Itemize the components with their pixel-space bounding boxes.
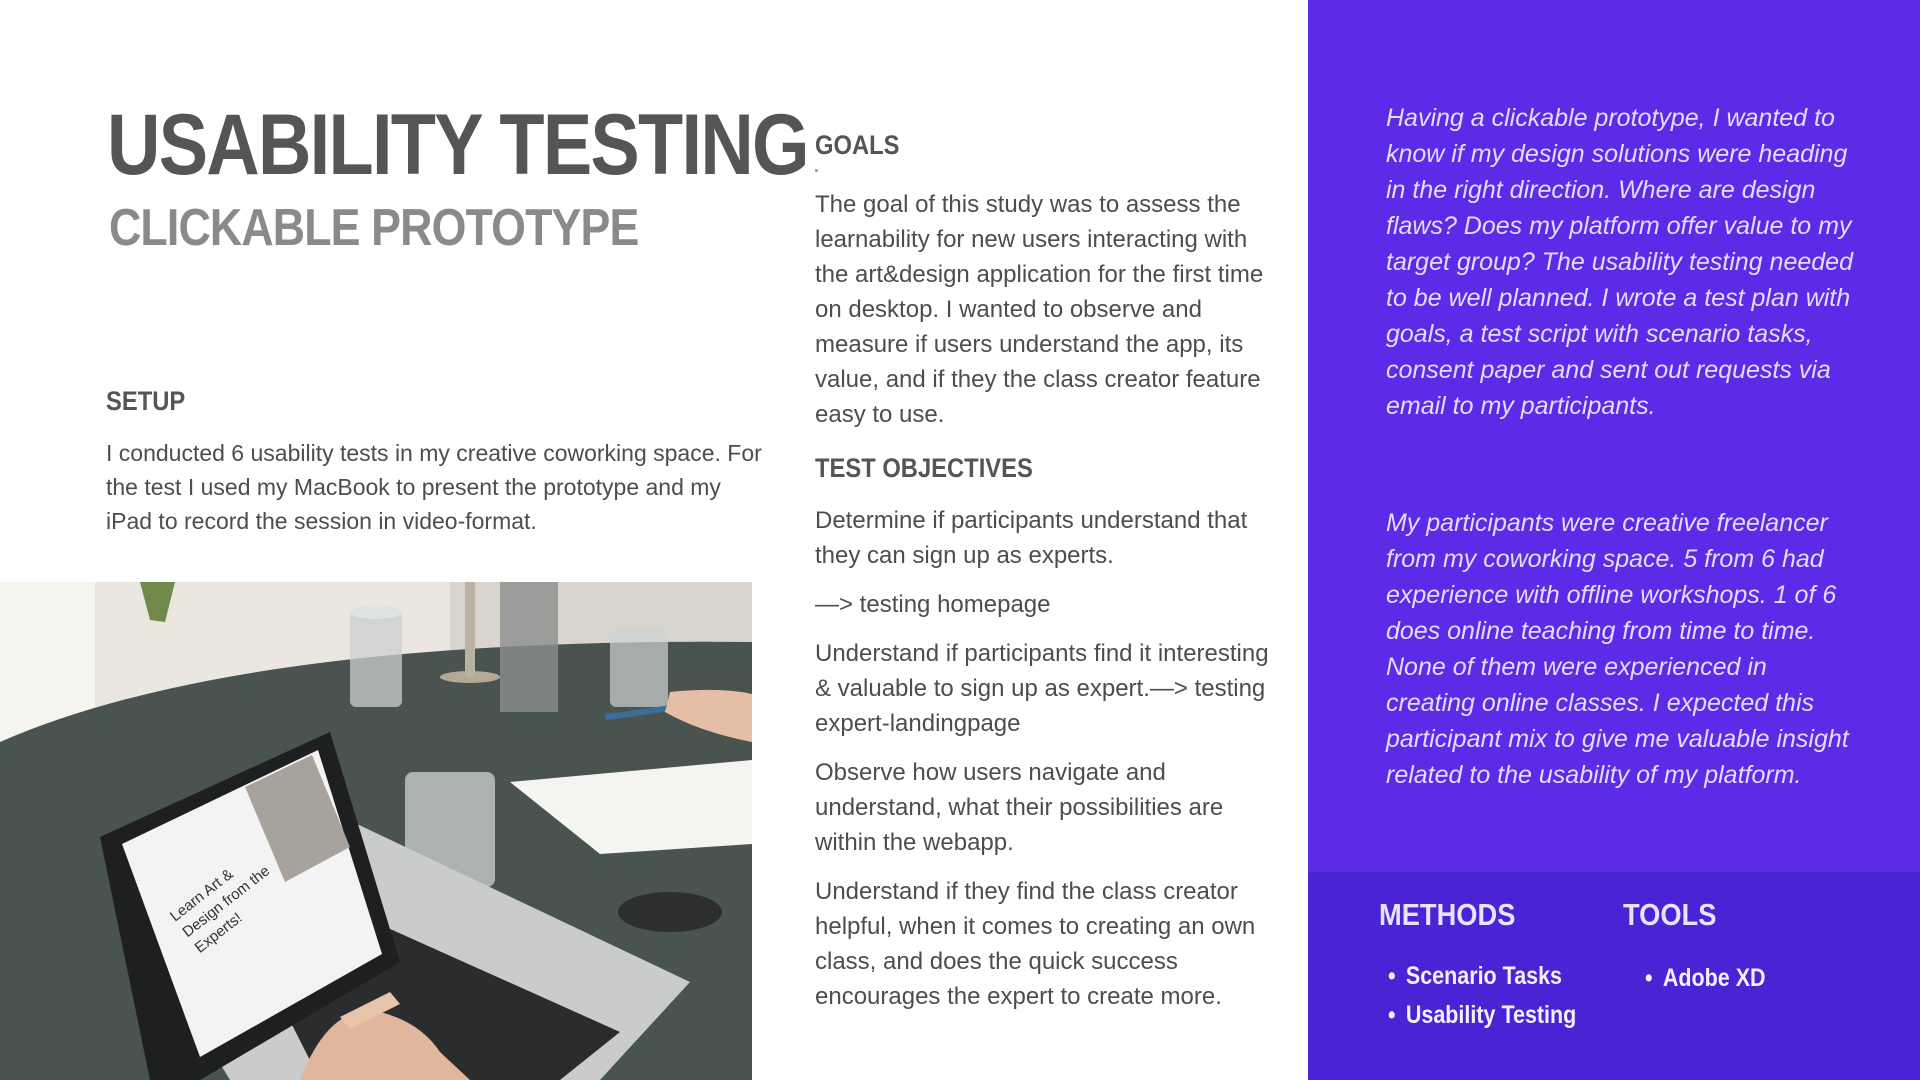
methods-item: Scenario Tasks <box>1388 957 1576 996</box>
objectives-heading: TEST OBJECTIVES <box>815 453 1033 483</box>
objective-item: —> testing homepage <box>815 591 1051 618</box>
methods-item: Usability Testing <box>1388 996 1576 1035</box>
usability-test-photo: Learn Art & Design from the Experts! <box>0 582 752 1080</box>
objective-item: Determine if participants understand tha… <box>815 507 1248 569</box>
panel-paragraph-1: Having a clickable prototype, I wanted t… <box>1386 104 1853 420</box>
setup-heading: SETUP <box>106 386 186 416</box>
goals-heading: GOALS <box>815 130 900 160</box>
goals-text: The goal of this study was to assess the… <box>815 191 1264 428</box>
objective-item: Understand if they find the class creato… <box>815 878 1256 1010</box>
objective-item: Understand if participants find it inter… <box>815 640 1269 737</box>
page-title: USABILITY TESTING <box>107 97 810 193</box>
page-subtitle: CLICKABLE PROTOTYPE <box>109 199 639 257</box>
methods-heading: METHODS <box>1379 897 1516 932</box>
tools-item: Adobe XD <box>1645 959 1766 998</box>
setup-text: I conducted 6 usability tests in my crea… <box>106 440 762 534</box>
tools-heading: TOOLS <box>1623 897 1717 932</box>
panel-paragraph-2: My participants were creative freelancer… <box>1386 509 1849 789</box>
objective-item: Observe how users navigate and understan… <box>815 759 1224 856</box>
divider-dot <box>815 169 818 172</box>
tools-list: Adobe XD <box>1645 959 1785 998</box>
objectives-list: Determine if participants understand tha… <box>815 503 1270 1028</box>
methods-list: Scenario Tasks Usability Testing <box>1388 957 1607 1035</box>
